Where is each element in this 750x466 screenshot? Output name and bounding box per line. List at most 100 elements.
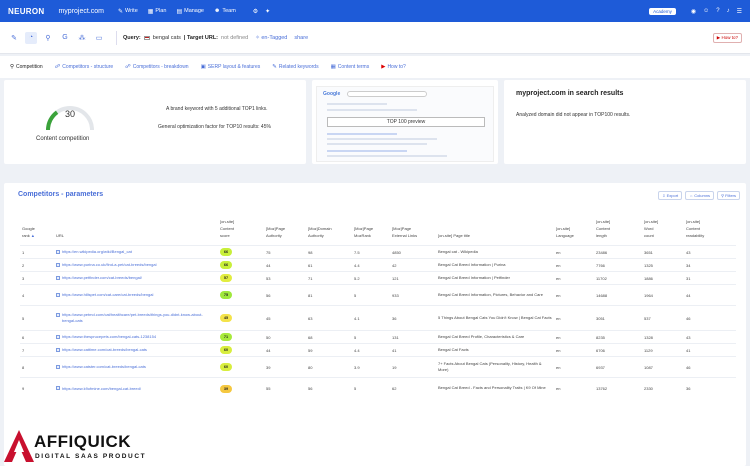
domain-authority: 98 [306,245,352,259]
external-link-icon [56,312,60,317]
tab-how-to[interactable]: ▶ How to? [381,64,406,70]
table-row[interactable]: 3 https://www.petfinder.com/cat-breeds/be… [20,271,736,285]
filters-button[interactable]: ⚲ Filters [717,191,740,200]
share-button[interactable]: share [294,35,308,41]
competitor-url-link[interactable]: https://www.hillspet.com/cat-care/cat-br… [56,292,216,298]
word-count: 1325 [642,258,684,272]
language: en [554,305,594,331]
domain-authority: 71 [306,271,352,285]
table-row[interactable]: 2 https://www.purina.co.uk/find-a-pet/cat… [20,258,736,272]
page-title: Bengal Cat Breed Profile, Characteristic… [436,330,554,344]
language: en [554,284,594,306]
competition-icon: ⚲ [10,64,15,70]
google-rank: 8 [20,356,54,378]
google-rank: 5 [20,305,54,331]
menu-icon[interactable]: ☰ [737,8,742,15]
nav-write[interactable]: ✎ Write [118,8,138,15]
domain-authority: 68 [306,330,352,344]
engine-tag[interactable]: ✧ en-Tagged [255,35,287,41]
table-row[interactable]: 4 https://www.hillspet.com/cat-care/cat-b… [20,284,736,306]
column-header[interactable]: [on-site] Page title [436,219,554,246]
table-row[interactable]: 1 https://en.wikipedia.org/wiki/Bengal_ca… [20,245,736,259]
flow-tool-icon[interactable]: ⚲ [42,32,54,44]
project-selector[interactable]: myproject.com [58,8,104,15]
external-links: 19 [390,356,436,378]
table-row[interactable]: 9 https://www.k9ofmine.com/bengal-cat-bre… [20,377,736,399]
competitor-url-link[interactable]: https://www.petfinder.com/cat-breeds/ben… [56,275,216,281]
content-readability: 41 [684,343,736,357]
notification-icon[interactable]: ◉ [691,8,696,15]
nav-plan[interactable]: ▦ Plan [148,8,167,15]
user-icon[interactable]: ☺ [703,8,709,14]
google-rank: 6 [20,330,54,344]
competitor-url-link[interactable]: https://www.thesprucepets.com/bengal-cat… [56,334,216,340]
academy-button[interactable]: Academy [649,7,676,15]
column-header[interactable]: [on-site] Language [554,219,594,246]
tab-content-terms[interactable]: ▦ Content terms [331,64,370,70]
column-header[interactable]: [on-site] Content readability [684,219,736,246]
page-mozrank: 4.1 [352,305,390,331]
language: en [554,245,594,259]
competitor-url-link[interactable]: https://en.wikipedia.org/wiki/Bengal_cat [56,249,216,255]
language: en [554,330,594,344]
help-icon[interactable]: ? [716,8,719,14]
external-link-icon [56,334,60,339]
content-score-badge: 45 [220,314,232,323]
content-readability: 36 [684,377,736,399]
external-links: 4850 [390,245,436,259]
nav-manage[interactable]: ▤ Manage [176,8,204,15]
column-header[interactable]: [on-site] Content length [594,219,642,246]
team-icon: ☻ [214,8,221,14]
sort-ascending-icon[interactable]: ▲ [30,233,35,238]
column-header[interactable]: [Moz]Page Authority [264,219,306,246]
column-header[interactable]: URL [54,219,218,246]
content-length: 6937 [594,356,642,378]
language: en [554,377,594,399]
language: en [554,271,594,285]
gear-icon[interactable]: ⚙ [253,8,258,15]
analysis-tool-icon[interactable]: ◔ [25,31,37,44]
tab-serp-layout[interactable]: ▣ SERP layout & features [201,64,261,70]
table-row[interactable]: 8 https://www.catster.com/cat-breeds/beng… [20,356,736,378]
competitor-url-link[interactable]: https://www.catster.com/cat-breeds/benga… [56,364,216,370]
page-mozrank: 5.2 [352,271,390,285]
competitor-url-link[interactable]: https://www.purina.co.uk/find-a-pet/cat-… [56,262,216,268]
app-logo[interactable]: NEURON [8,7,44,16]
column-header[interactable]: Google rank ▲ [20,219,54,246]
structure-icon: ☍ [54,64,61,70]
table-row[interactable]: 6 https://www.thesprucepets.com/bengal-ca… [20,330,736,344]
image-tool-icon[interactable]: ▭ [93,32,105,44]
competitor-url-link[interactable]: https://www.petmd.com/cat/healthcare/pet… [56,312,216,324]
column-header[interactable]: [Moz]Page MozRank [352,219,390,246]
bell-icon[interactable]: ♪ [727,8,730,14]
language: en [554,258,594,272]
export-button[interactable]: ⇩ Export [658,191,683,200]
tab-competitors-structure[interactable]: ☍ Competitors - structure [55,64,113,70]
column-header[interactable]: [Moz]Domain Authority [306,219,352,246]
table-row[interactable]: 7 https://www.cattime.com/cat-breeds/beng… [20,343,736,357]
language: en [554,343,594,357]
breakdown-icon: ☍ [125,64,131,70]
column-header[interactable]: [on-site] Word count [642,219,684,246]
how-to-button[interactable]: ▶ How to? [712,32,742,43]
content-length: 13762 [594,377,642,399]
page-mozrank: 4.4 [352,343,390,357]
settings-icon[interactable]: ✦ [265,8,270,15]
edit-tool-icon[interactable]: ✎ [8,32,20,44]
table-row[interactable]: 5 https://www.petmd.com/cat/healthcare/pe… [20,305,736,331]
tab-related-keywords[interactable]: ✎ Related keywords [272,64,318,70]
us-flag-icon [143,35,150,40]
network-tool-icon[interactable]: ⁂ [76,32,88,44]
competitor-url-link[interactable]: https://www.cattime.com/cat-breeds/benga… [56,347,216,353]
top100-preview-button[interactable]: TOP 100 preview [327,117,485,127]
tab-competition[interactable]: ⚲ Competition [10,64,43,70]
google-tool-icon[interactable]: G [59,32,71,44]
column-header[interactable]: [Moz]Page External Links [390,219,436,246]
optimization-factor: General optimization factor for TOP10 re… [158,124,271,130]
tab-competitors-breakdown[interactable]: ☍ Competitors - breakdown [125,64,188,70]
competitor-url-link[interactable]: https://www.k9ofmine.com/bengal-cat-bree… [56,386,216,392]
word-count: 1328 [642,330,684,344]
column-header[interactable]: [on-site] Content score [218,219,264,246]
nav-team[interactable]: ☻ Team [214,8,236,14]
columns-button[interactable]: ⇔ Columns [685,191,715,200]
